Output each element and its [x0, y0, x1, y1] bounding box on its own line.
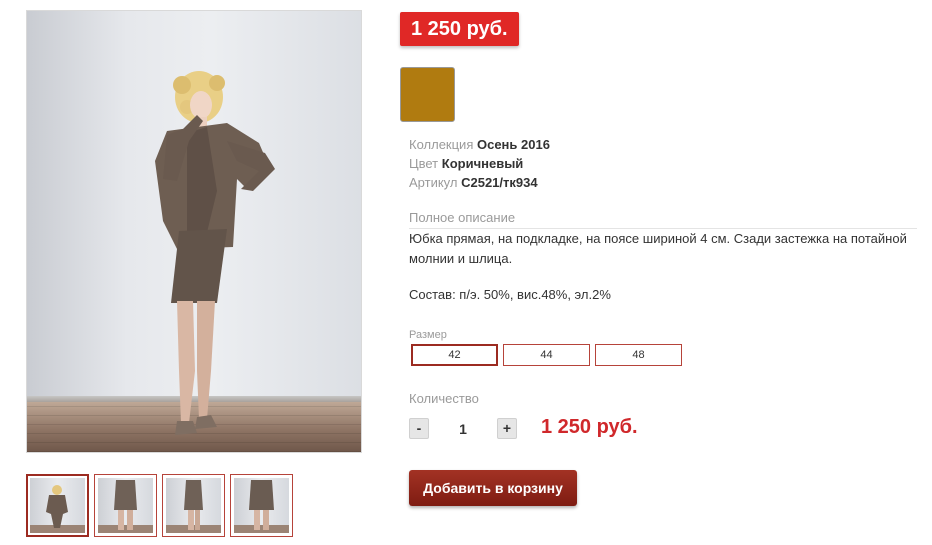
quantity-decrease-button[interactable]: -: [409, 418, 429, 439]
total-price: 1 250 руб.: [541, 416, 638, 438]
quantity-increase-button[interactable]: +: [497, 418, 517, 439]
description-text: Юбка прямая, на подкладке, на поясе шири…: [409, 231, 907, 266]
attribute-value: Коричневый: [441, 156, 524, 171]
model-figure: [155, 71, 275, 435]
add-to-cart-button[interactable]: Добавить в корзину: [409, 470, 577, 506]
quantity-input[interactable]: [438, 418, 488, 439]
product-attributes: Коллекция Осень 2016 Цвет Коричневый Арт…: [409, 135, 550, 192]
size-option-42[interactable]: 42: [411, 344, 498, 366]
size-title: Размер: [409, 329, 447, 341]
thumbnail-skirt-front[interactable]: [94, 474, 157, 537]
price-badge: 1 250 руб.: [400, 12, 519, 46]
attribute-collection: Коллекция Осень 2016: [409, 135, 550, 154]
attribute-value: Осень 2016: [476, 137, 550, 152]
size-option-44[interactable]: 44: [503, 344, 590, 366]
thumbnail-skirt-back[interactable]: [230, 474, 293, 537]
size-selector: 42 44 48: [411, 344, 682, 366]
thumbnail-skirt-side-icon: [184, 480, 203, 530]
attribute-value: С2521/тк934: [461, 175, 538, 190]
thumbnail-skirt-back-icon: [249, 480, 274, 530]
attribute-label: Цвет: [409, 156, 439, 171]
attribute-color: Цвет Коричневый: [409, 154, 550, 173]
attribute-label: Артикул: [409, 175, 458, 190]
thumbnail-strip: [26, 474, 293, 537]
composition-text: Состав: п/э. 50%, вис.48%, эл.2%: [409, 287, 611, 302]
color-swatch[interactable]: [400, 67, 455, 122]
attribute-label: Коллекция: [409, 137, 474, 152]
description-title: Полное описание: [409, 210, 516, 225]
thumbnail-skirt-icon: [114, 480, 137, 530]
quantity-title: Количество: [409, 391, 479, 406]
thumbnail-full-look[interactable]: [26, 474, 89, 537]
size-option-48[interactable]: 48: [595, 344, 682, 366]
thumbnail-model-icon: [46, 485, 68, 528]
main-product-image[interactable]: [26, 10, 362, 453]
attribute-article: Артикул С2521/тк934: [409, 173, 550, 192]
thumbnail-skirt-side[interactable]: [162, 474, 225, 537]
